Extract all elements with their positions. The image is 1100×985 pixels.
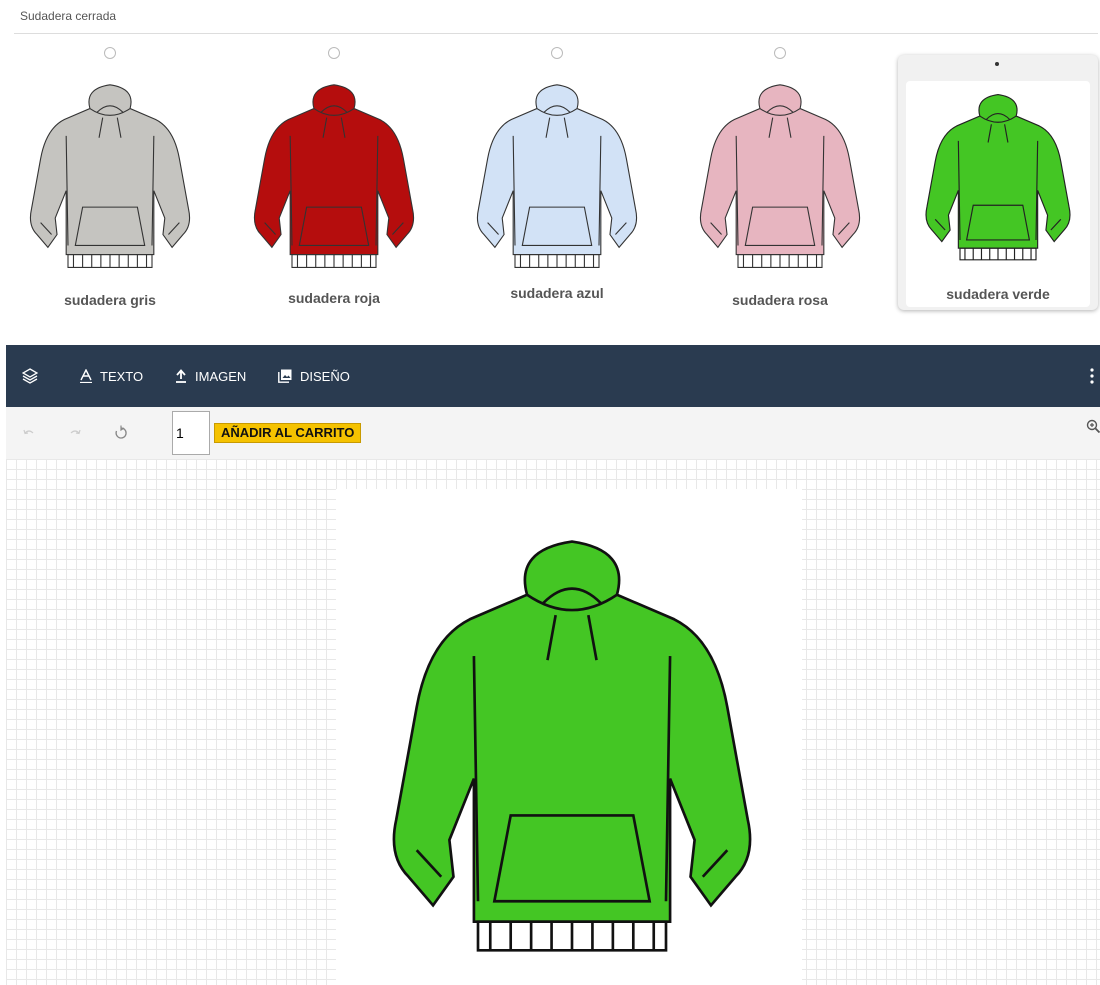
product-stage[interactable] (336, 489, 802, 985)
add-to-cart-button[interactable]: AÑADIR AL CARRITO (214, 423, 362, 443)
variant-radio[interactable] (992, 59, 1004, 71)
redo-icon[interactable] (66, 424, 84, 442)
variant-label: sudadera roja (288, 290, 380, 306)
variant-verde[interactable]: sudadera verde (898, 55, 1098, 310)
image-button[interactable]: IMAGEN (175, 345, 246, 407)
variant-gris[interactable]: sudadera gris (10, 40, 210, 315)
hoodie-roja-image (253, 84, 415, 268)
variant-radio[interactable] (551, 47, 563, 59)
section-title: Sudadera cerrada (20, 9, 117, 23)
quantity-input[interactable] (172, 411, 210, 455)
image-button-label: IMAGEN (195, 368, 247, 384)
reset-icon[interactable] (112, 424, 130, 442)
action-bar: AÑADIR AL CARRITO (6, 407, 1100, 459)
variant-radio[interactable] (328, 47, 340, 59)
upload-icon (176, 369, 186, 383)
variant-azul[interactable]: sudadera azul (457, 40, 657, 315)
editor-toolbar: TEXTO IMAGEN DISEÑO (6, 345, 1100, 407)
text-button[interactable]: TEXTO (80, 345, 143, 407)
variant-label: sudadera azul (510, 285, 604, 301)
layers-icon (22, 368, 38, 384)
gallery-icon (278, 369, 292, 383)
hoodie-azul-image (476, 84, 638, 268)
design-canvas[interactable] (6, 459, 1100, 985)
variant-rosa[interactable]: sudadera rosa (680, 40, 880, 315)
more-vert-icon[interactable] (1090, 367, 1094, 385)
text-icon (80, 369, 92, 383)
variant-label: sudadera rosa (732, 292, 828, 308)
undo-icon[interactable] (20, 424, 38, 442)
variant-label: sudadera gris (64, 292, 156, 308)
hoodie-rosa-image (699, 84, 861, 268)
hoodie-verde-large-image (392, 540, 752, 952)
variant-radio[interactable] (774, 47, 786, 59)
design-button[interactable]: DISEÑO (278, 345, 350, 407)
zoom-in-icon[interactable] (1086, 419, 1100, 433)
design-button-label: DISEÑO (300, 368, 350, 384)
layers-button[interactable] (22, 345, 46, 407)
hoodie-gris-image (29, 84, 191, 268)
variant-label: sudadera verde (946, 286, 1050, 302)
variant-roja[interactable]: sudadera roja (234, 40, 434, 315)
variant-radio[interactable] (104, 47, 116, 59)
section-divider (14, 33, 1098, 34)
hoodie-verde-image (925, 93, 1071, 261)
text-button-label: TEXTO (100, 368, 144, 384)
